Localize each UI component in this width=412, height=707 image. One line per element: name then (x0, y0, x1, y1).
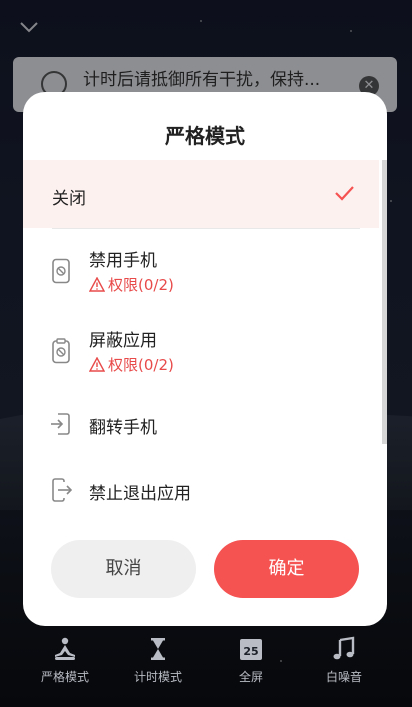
phone-lock-icon (52, 258, 70, 284)
option-no-exit-app[interactable]: 禁止退出应用 (23, 470, 379, 510)
app-block-icon (52, 338, 70, 364)
cancel-button[interactable]: 取消 (51, 540, 196, 598)
nav-item-strict-mode[interactable]: 严格模式 (20, 636, 110, 685)
strict-mode-dialog: 严格模式 关闭 禁用手机 权限(0/2) 屏蔽应用 权限(0/2) 翻转手机 禁… (23, 92, 387, 626)
exit-app-icon (52, 478, 72, 502)
permission-warning: 权限(0/2) (89, 274, 174, 295)
option-label: 禁用手机 (89, 251, 157, 271)
warning-text: 权限(0/2) (108, 356, 174, 374)
divider (52, 228, 360, 229)
option-block-apps[interactable]: 屏蔽应用 权限(0/2) (23, 322, 379, 382)
option-disable-phone[interactable]: 禁用手机 权限(0/2) (23, 242, 379, 302)
calendar-icon: 25 (240, 639, 262, 660)
option-label: 屏蔽应用 (89, 331, 157, 351)
nav-label: 严格模式 (40, 670, 89, 684)
nav-label: 计时模式 (133, 670, 182, 684)
nav-item-white-noise[interactable]: 白噪音 (299, 636, 389, 685)
warning-icon (89, 357, 105, 372)
option-label: 关闭 (52, 189, 86, 209)
flip-phone-icon (51, 413, 70, 435)
option-label: 禁止退出应用 (89, 484, 191, 504)
nav-label: 全屏 (238, 670, 263, 684)
dialog-title: 严格模式 (165, 124, 245, 148)
confirm-button[interactable]: 确定 (214, 540, 359, 598)
option-flip-phone[interactable]: 翻转手机 (23, 404, 379, 444)
option-label: 翻转手机 (89, 418, 157, 438)
warning-text: 权限(0/2) (108, 276, 174, 294)
scrollbar-thumb[interactable] (382, 160, 387, 444)
permission-warning: 权限(0/2) (89, 354, 174, 375)
svg-text:25: 25 (243, 645, 258, 658)
warning-icon (89, 277, 105, 292)
music-note-icon (333, 636, 355, 660)
hourglass-icon (151, 638, 165, 660)
check-icon (335, 186, 354, 201)
nav-label: 白噪音 (325, 670, 362, 684)
nav-item-fullscreen[interactable]: 25 全屏 (206, 636, 296, 685)
meditation-icon (55, 637, 75, 660)
bottom-navigation: 严格模式 计时模式 25 全屏 白噪音 (0, 636, 412, 696)
nav-item-timer-mode[interactable]: 计时模式 (113, 636, 203, 685)
option-off[interactable]: 关闭 (23, 160, 379, 228)
